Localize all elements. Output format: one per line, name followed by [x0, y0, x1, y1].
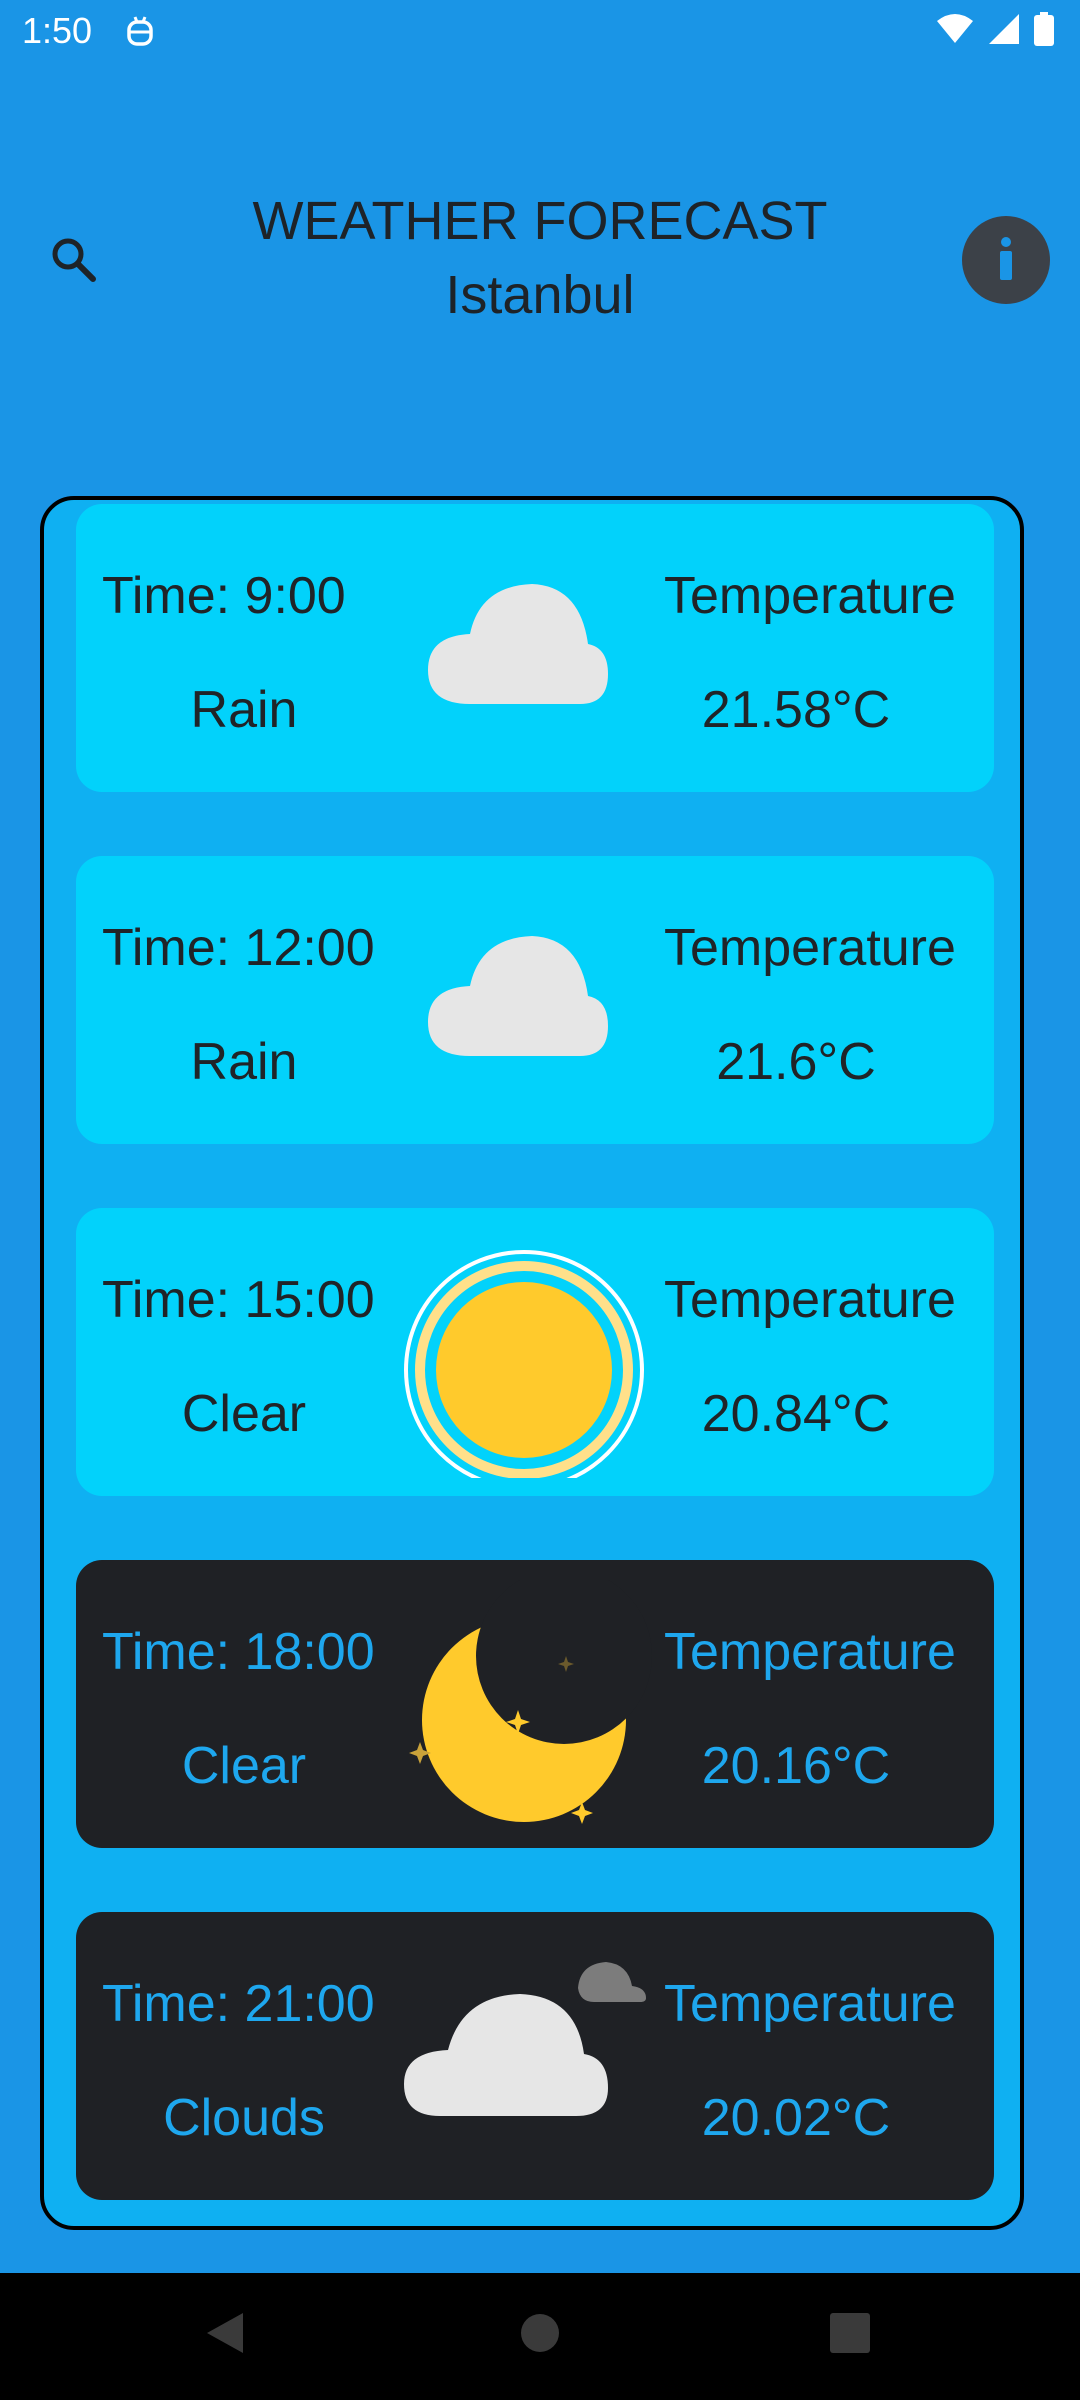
temperature-label: Temperature	[664, 919, 956, 977]
app-header: WEATHER FORECAST Istanbul	[0, 180, 1080, 340]
forecast-condition: Clouds	[163, 2089, 325, 2147]
recents-button[interactable]	[818, 2303, 882, 2367]
status-time: 1:50	[22, 10, 93, 51]
home-icon	[520, 2313, 560, 2358]
forecast-time: Time: 21:00	[102, 1975, 375, 2033]
temperature-label: Temperature	[664, 1623, 956, 1681]
temperature-value: 20.02°C	[701, 2089, 891, 2147]
forecast-condition: Rain	[190, 1033, 298, 1091]
status-icons	[936, 11, 1054, 51]
forecast-time: Time: 15:00	[102, 1271, 375, 1329]
forecast-time: Time: 12:00	[102, 919, 375, 977]
temperature-label: Temperature	[664, 567, 956, 625]
forecast-condition: Clear	[181, 1737, 307, 1795]
temperature-label: Temperature	[664, 1975, 956, 2033]
temperature-label: Temperature	[664, 1271, 956, 1329]
signal-icon	[988, 13, 1020, 50]
moon-icon	[396, 1568, 656, 1830]
forecast-card[interactable]: Time: 15:00 Clear Temperature 20.84°C	[76, 1208, 994, 1496]
forecast-card[interactable]: Time: 21:00 Clouds Temperature 20.02°C	[76, 1912, 994, 2200]
temperature-value: 20.16°C	[701, 1737, 891, 1795]
wifi-icon	[936, 13, 974, 50]
temperature-value: 20.84°C	[701, 1385, 891, 1443]
forecast-card[interactable]: Time: 18:00 Clear Temperature 20.16°C	[76, 1560, 994, 1848]
temperature-value: 21.58°C	[701, 681, 891, 739]
info-icon	[996, 236, 1016, 285]
forecast-condition: Rain	[190, 681, 298, 739]
clouds-icon	[396, 1932, 656, 2182]
forecast-card[interactable]: Time: 9:00 Rain Temperature 21.58°C	[76, 504, 994, 808]
back-icon	[205, 2311, 245, 2360]
status-bar: 1:50	[0, 0, 1080, 64]
city-name: Istanbul	[445, 265, 635, 325]
rain-cloud-icon	[396, 876, 656, 1126]
battery-icon	[1034, 11, 1054, 51]
forecast-time: Time: 9:00	[102, 567, 346, 625]
forecast-condition: Clear	[181, 1385, 307, 1443]
page-title: WEATHER FORECAST	[252, 191, 828, 251]
sun-icon	[396, 1228, 656, 1490]
recents-icon	[830, 2312, 870, 2358]
forecast-card[interactable]: Time: 12:00 Rain Temperature 21.6°C	[76, 856, 994, 1144]
system-nav-bar	[0, 2273, 1080, 2400]
back-button[interactable]	[193, 2303, 257, 2367]
home-button[interactable]	[508, 2303, 572, 2367]
rain-cloud-icon	[396, 524, 656, 808]
assistant-icon	[124, 14, 156, 50]
temperature-value: 21.6°C	[716, 1033, 876, 1091]
forecast-time: Time: 18:00	[102, 1623, 375, 1681]
info-button[interactable]	[962, 216, 1050, 304]
